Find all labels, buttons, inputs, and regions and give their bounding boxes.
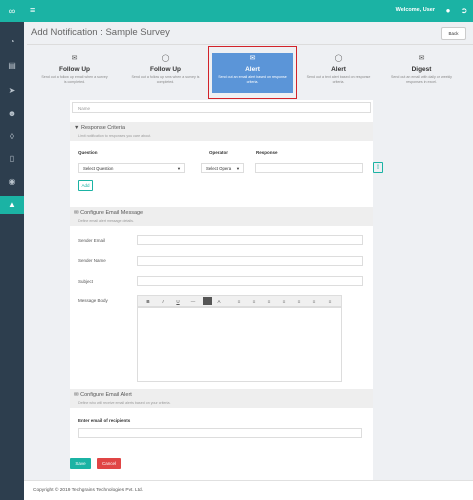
message-body-label: Message Body	[78, 298, 108, 303]
email-message-header: ✉ Configure Email Message Define email a…	[70, 207, 373, 226]
type-card-title: Digest	[411, 66, 432, 73]
selection-highlight	[208, 46, 297, 99]
bullet-list-button[interactable]: ≡	[293, 297, 305, 306]
section-title: ▼ Response Criteria	[74, 125, 126, 131]
operator-select[interactable]: Select Opera ▼	[201, 163, 244, 173]
recipients-input[interactable]	[78, 428, 362, 438]
add-criteria-button[interactable]: Add	[78, 180, 93, 191]
section-subtitle: Define who will receive email alerts bas…	[78, 401, 171, 405]
infinity-icon[interactable]: ∞	[0, 0, 24, 22]
type-card-follow-up-sms[interactable]: ◯ Follow Up Send out a follow up sms whe…	[125, 53, 206, 93]
response-criteria-header: ▼ Response Criteria Limit notification t…	[70, 122, 373, 141]
envelope-icon: ✉	[74, 210, 79, 216]
question-label: Question	[78, 150, 98, 155]
page-title: Add Notification : Sample Survey	[31, 27, 170, 38]
type-card-title: Follow Up	[58, 66, 91, 73]
font-color-button[interactable]: A	[213, 297, 225, 306]
text-color-swatch[interactable]	[203, 297, 212, 305]
top-bar: ≡ Welcome, User ● ➲	[24, 0, 473, 22]
back-button[interactable]: Back	[441, 27, 466, 40]
section-title: ✉ Configure Email Alert	[74, 392, 132, 398]
section-subtitle: Limit notification to responses you care…	[78, 134, 152, 138]
logout-icon[interactable]: ➲	[457, 4, 471, 18]
type-card-title: Alert	[331, 66, 346, 73]
footer: Copyright © 2019 Techgrains Technologies…	[24, 480, 473, 500]
speech-bubble-icon: ◯	[334, 55, 343, 62]
underline-button[interactable]: U	[172, 297, 184, 306]
section-title: ✉ Configure Email Message	[74, 210, 144, 216]
align-left-button[interactable]: ≡	[233, 297, 245, 306]
sender-name-field[interactable]	[137, 256, 363, 266]
section-subtitle: Define email alert message details.	[78, 219, 134, 223]
response-input[interactable]	[255, 163, 363, 173]
chevron-down-icon: ▼	[236, 166, 240, 171]
name-input[interactable]: Name	[72, 102, 371, 113]
user-icon[interactable]: ☻	[0, 105, 24, 123]
welcome-text: Welcome, User	[395, 7, 435, 13]
chevron-down-icon: ▼	[177, 166, 181, 171]
hamburger-icon[interactable]: ≡	[30, 5, 35, 15]
numbered-list-button[interactable]: ≡	[308, 297, 320, 306]
save-button[interactable]: Save	[70, 458, 91, 469]
alert-icon[interactable]: ▲	[0, 196, 24, 214]
cancel-button[interactable]: Cancel	[97, 458, 121, 469]
send-icon[interactable]: ➤	[0, 82, 24, 100]
type-card-title: Follow Up	[149, 66, 182, 73]
align-right-button[interactable]: ≡	[263, 297, 275, 306]
subject-field[interactable]	[137, 276, 363, 286]
email-alert-header: ✉ Configure Email Alert Define who will …	[70, 389, 373, 408]
book-icon[interactable]: ▤	[0, 57, 24, 75]
type-card-desc: Send out an email with daily or weekly r…	[391, 75, 452, 84]
trash-icon[interactable]: ▯	[373, 162, 383, 173]
sender-name-label: Sender Name	[78, 258, 106, 263]
mobile-icon[interactable]: ▯	[0, 150, 24, 168]
sidebar: ∞ ◔ ▤ ➤ ☻ ◊ ▯ ◉ ▲	[0, 0, 24, 500]
type-card-desc: Send out a follow up sms when a survey i…	[131, 75, 200, 84]
strikethrough-button[interactable]: —	[187, 297, 199, 306]
question-select[interactable]: Select Question ▼	[78, 163, 185, 173]
type-card-follow-up-email[interactable]: ✉ Follow Up Send out a follow up email w…	[34, 53, 115, 93]
response-label: Response	[256, 150, 278, 155]
type-card-desc: Send out a follow up email when a survey…	[41, 75, 108, 84]
type-card-desc: Send out a text alert based on response …	[306, 75, 371, 84]
link-button[interactable]: ≡	[324, 297, 336, 306]
filter-icon: ▼	[74, 125, 80, 131]
dashboard-icon[interactable]: ◔	[0, 33, 24, 51]
user-icon[interactable]: ●	[441, 4, 455, 18]
align-center-button[interactable]: ≡	[248, 297, 260, 306]
justify-button[interactable]: ≡	[278, 297, 290, 306]
copyright-text: Copyright © 2019 Techgrains Technologies…	[33, 488, 144, 493]
envelope-icon: ✉	[418, 55, 425, 62]
subject-label: Subject	[78, 279, 94, 284]
italic-button[interactable]: I	[157, 297, 169, 306]
type-card-alert-sms[interactable]: ◯ Alert Send out a text alert based on r…	[298, 53, 379, 93]
lifebuoy-icon[interactable]: ◉	[0, 173, 24, 191]
type-card-digest[interactable]: ✉ Digest Send out an email with daily or…	[381, 53, 462, 93]
speech-bubble-icon: ◯	[161, 55, 170, 62]
bold-button[interactable]: B	[142, 297, 154, 306]
sender-email-label: Sender Email	[78, 238, 106, 243]
layers-icon[interactable]: ◊	[0, 128, 24, 146]
operator-label: Operator	[209, 150, 229, 155]
sender-email-field[interactable]	[137, 235, 363, 245]
envelope-icon: ✉	[71, 55, 78, 62]
form-panel	[70, 100, 373, 480]
recipients-label: Enter email of recipients	[78, 418, 131, 423]
message-body-editor[interactable]	[137, 307, 342, 382]
divider	[27, 44, 473, 45]
editor-toolbar: B I U — A ≡ ≡ ≡ ≡ ≡ ≡ ≡	[137, 295, 342, 307]
envelope-icon: ✉	[74, 392, 79, 398]
